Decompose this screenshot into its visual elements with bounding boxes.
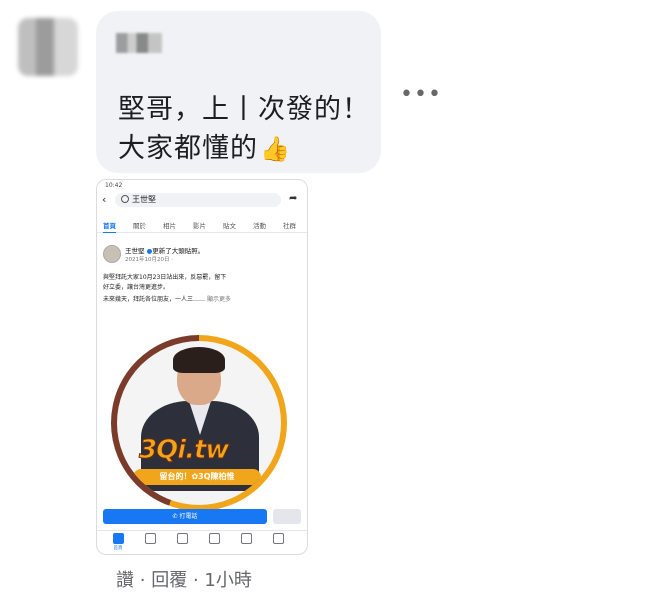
- profile-picture: 3Qi.tw 留台的！✿3Q陳柏惟: [117, 341, 281, 505]
- news-icon: [208, 533, 220, 544]
- phone-tabs: 首頁 關於 相片 影片 貼文 活動 社群: [97, 218, 307, 233]
- comment-text-line2-wrap: 大家都懂的👍: [118, 126, 291, 165]
- bell-icon: [240, 533, 252, 544]
- commenter-avatar[interactable]: [18, 18, 78, 76]
- phone-post-action: 更新了大頭貼照。: [152, 247, 205, 255]
- phone-search-text: 王世堅: [132, 195, 156, 204]
- phone-post-date: 2021年10月20日 ·: [125, 257, 173, 263]
- person-hair: [173, 347, 225, 373]
- nav-item: [231, 533, 261, 545]
- phone-see-more: 顯示更多: [206, 296, 231, 303]
- commenter-name-blurred[interactable]: [116, 33, 162, 53]
- campaign-tagline: 留台的！✿3Q陳柏惟: [133, 469, 261, 485]
- more-options-icon[interactable]: •••: [400, 82, 442, 107]
- reply-link[interactable]: 回覆: [151, 570, 187, 591]
- phone-tab: 社群: [283, 222, 296, 230]
- comment-bubble: 堅哥，上丨次發的！ 大家都懂的👍: [96, 11, 381, 173]
- campaign-logo: 3Qi.tw: [138, 435, 229, 466]
- phone-tab: 影片: [193, 222, 206, 230]
- phone-bottom-nav: 首頁: [97, 530, 307, 553]
- home-icon: [112, 533, 124, 544]
- status-time: 10:42: [105, 182, 123, 189]
- phone-tab: 活動: [253, 222, 266, 230]
- phone-post-line: 好立委，讓台灣更進步。: [103, 284, 170, 291]
- nav-item: [135, 533, 165, 545]
- like-link[interactable]: 讚: [116, 570, 134, 591]
- search-icon: [121, 195, 129, 203]
- phone-post-line: 與堅拜託大家10月23日站出來，反惡罷，留下: [103, 274, 227, 281]
- phone-tab: 首頁: [103, 220, 116, 233]
- nav-item: [263, 533, 293, 545]
- separator-dot: ·: [192, 570, 199, 591]
- phone-post-header: 王世堅 ●更新了大頭貼照。 2021年10月20日 ·: [103, 243, 303, 267]
- nav-home: 首頁: [103, 533, 133, 551]
- phone-tab: 貼文: [223, 222, 236, 230]
- comment-text-line2: 大家都懂的: [118, 133, 258, 164]
- thumbs-up-icon: 👍: [260, 135, 291, 163]
- phone-tab: 關於: [133, 222, 146, 230]
- nav-item: [199, 533, 229, 545]
- nav-home-label: 首頁: [113, 546, 123, 551]
- comment-actions: 讚 · 回覆 · 1小時: [116, 566, 252, 592]
- phone-post-avatar: [103, 245, 121, 263]
- phone-post-author: 王世堅: [125, 247, 145, 255]
- video-icon: [144, 533, 156, 544]
- phone-post-author-line: 王世堅 ●更新了大頭貼照。: [125, 245, 204, 255]
- comment-text-line1: 堅哥，上丨次發的！: [118, 94, 370, 125]
- phone-call-label: 打電話: [179, 513, 198, 520]
- comment-time[interactable]: 1小時: [204, 570, 251, 591]
- back-arrow-icon: ‹: [102, 193, 107, 206]
- menu-icon: [272, 533, 284, 544]
- phone-tab: 相片: [163, 222, 176, 230]
- magnifier-icon: [245, 445, 255, 455]
- phone-status-bar: 10:42: [97, 180, 307, 191]
- marketplace-icon: [176, 533, 188, 544]
- separator-dot: ·: [139, 570, 146, 591]
- profile-picture-frame: 3Qi.tw 留台的！✿3Q陳柏惟: [111, 335, 287, 511]
- phone-search-bar: ‹ 王世堅 ➦: [101, 193, 301, 209]
- share-arrow-icon: ➦: [289, 193, 298, 204]
- phone-post-line: 未來幾天，拜託各位朋友，一人三……: [103, 296, 206, 303]
- phone-call-button: ✆ 打電話: [103, 509, 267, 524]
- attached-screenshot[interactable]: 10:42 ‹ 王世堅 ➦ 首頁 關於 相片 影片 貼文 活動 社群 王世堅 ●…: [96, 179, 308, 555]
- phone-more-button: [273, 509, 301, 524]
- phone-post-line-wrap: 未來幾天，拜託各位朋友，一人三…… 顯示更多: [103, 294, 301, 303]
- phone-search-box: 王世堅: [115, 193, 281, 207]
- nav-item: [167, 533, 197, 545]
